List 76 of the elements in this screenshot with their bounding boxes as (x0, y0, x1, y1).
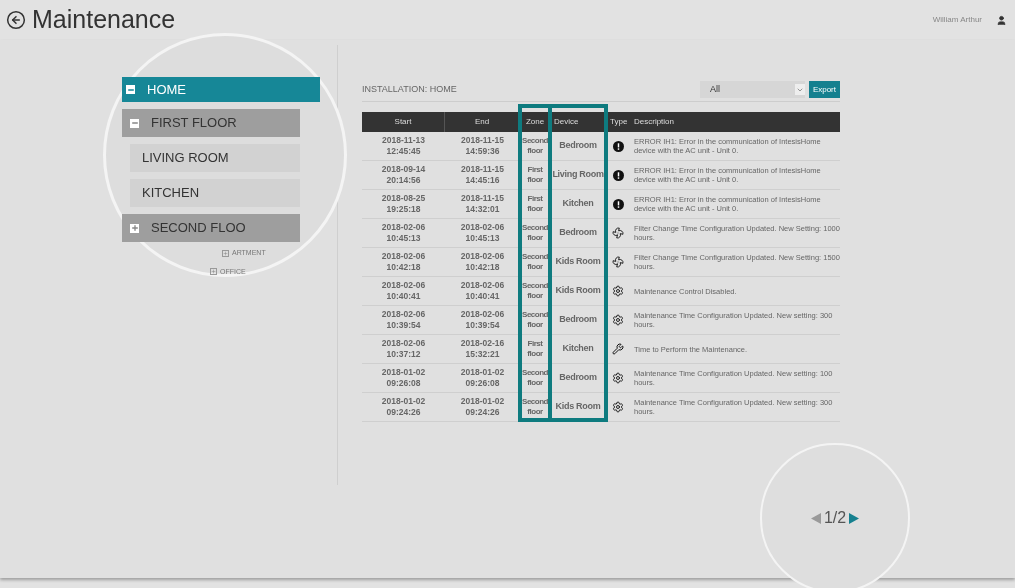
table-cell-text: 2018-08-25 19:25:18 (380, 193, 427, 215)
column-header: Type (609, 116, 629, 128)
tree-item[interactable]: KITCHEN (130, 179, 300, 207)
column-header: End (445, 112, 520, 132)
caret-icon[interactable] (794, 84, 805, 95)
table-cell-text: Bedroom (558, 371, 598, 385)
gear-icon (612, 401, 624, 413)
table-cell-text: 2018-02-06 10:42:18 (380, 251, 427, 273)
table-cell-text: 2018-02-06 10:42:18 (459, 251, 506, 273)
collapse-icon[interactable] (126, 85, 135, 94)
alert-icon (612, 140, 624, 152)
table-cell-text: 2018-09-14 20:14:56 (380, 164, 427, 186)
collapse-icon[interactable] (130, 118, 139, 128)
column-header: Zone (524, 116, 546, 128)
table-cell-text: Kitchen (561, 342, 595, 356)
alert-icon (612, 169, 624, 181)
table-cell-text: 2018-02-06 10:39:54 (380, 309, 427, 331)
tree-item[interactable]: FIRST FLOOR (122, 109, 300, 137)
table-cell-text: 2018-01-02 09:26:08 (380, 367, 427, 389)
table-cell-text: Second floor (521, 310, 549, 330)
table-cell-text: Kitchen (561, 197, 595, 211)
gear-icon (612, 285, 624, 297)
table-cell-text: Bedroom (558, 313, 598, 327)
user-name[interactable]: William Arthur (932, 14, 982, 26)
table-cell-text: First floor (526, 194, 544, 214)
table-cell-text: Bedroom (558, 139, 598, 153)
installation-label: INSTALLATION: HOME (362, 82, 457, 96)
table-cell-text: Second floor (521, 136, 549, 156)
table-cell-text: Bedroom (558, 226, 598, 240)
table-cell-text: 2018-02-06 10:45:13 (459, 222, 506, 244)
table-cell-text: Kids Room (554, 255, 602, 269)
table-cell-text: 2018-01-02 09:24:26 (459, 396, 506, 418)
table-cell-text: 2018-01-02 09:26:08 (459, 367, 506, 389)
gear-icon (612, 314, 624, 326)
table-cell-text: 2018-11-15 14:59:36 (460, 135, 505, 157)
expand-icon[interactable] (222, 249, 229, 257)
fan-icon (612, 256, 624, 268)
table-cell-text: 2018-02-06 10:45:13 (380, 222, 427, 244)
tree-item[interactable]: LIVING ROOM (130, 144, 300, 172)
alert-icon (612, 198, 624, 210)
export-button[interactable]: Export (808, 81, 840, 98)
table-cell-text: Living Room (551, 168, 605, 182)
table-cell-text: Second floor (521, 223, 549, 243)
table-cell-text: 2018-02-06 10:40:41 (380, 280, 427, 302)
column-header: Description (633, 116, 675, 128)
table-cell-text: 2018-11-13 12:45:45 (381, 135, 426, 157)
table-cell-text: Kids Room (554, 400, 602, 414)
fan-icon (612, 227, 624, 239)
table-cell-text: Second floor (521, 281, 549, 301)
table-cell-text: First floor (526, 165, 544, 185)
table-cell-text: 2018-11-15 14:45:16 (460, 164, 505, 186)
wrench-icon (612, 343, 624, 355)
table-cell-text: 2018-11-15 14:32:01 (460, 193, 505, 215)
table-cell-text: Kids Room (554, 284, 602, 298)
column-header: Start (362, 112, 445, 132)
expand-icon[interactable] (130, 223, 139, 233)
table-cell-text: Second floor (521, 252, 549, 272)
table-cell-text: 2018-02-16 15:32:21 (459, 338, 506, 360)
column-header: Device (553, 116, 580, 128)
table-cell-text: 2018-02-06 10:37:12 (380, 338, 427, 360)
page-title: Maintenance (32, 4, 176, 36)
tree-item[interactable]: SECOND FLOO (122, 214, 300, 242)
back-icon[interactable] (6, 10, 26, 30)
table-cell-text: 2018-02-06 10:39:54 (459, 309, 506, 331)
next-page-icon[interactable] (849, 512, 860, 524)
table-cell-text: Second floor (521, 368, 549, 388)
filter-dropdown[interactable]: All (699, 81, 805, 98)
table-cell-text: 2018-02-06 10:40:41 (459, 280, 506, 302)
gear-icon (612, 372, 624, 384)
expand-icon[interactable] (210, 268, 217, 276)
page-indicator: 1/2 (823, 508, 847, 528)
table-cell-text: 2018-01-02 09:24:26 (380, 396, 427, 418)
user-icon[interactable] (996, 14, 1007, 26)
tree-item[interactable]: HOME (122, 77, 320, 102)
table-cell-text: First floor (526, 339, 544, 359)
table-cell-text: Second floor (521, 397, 549, 417)
